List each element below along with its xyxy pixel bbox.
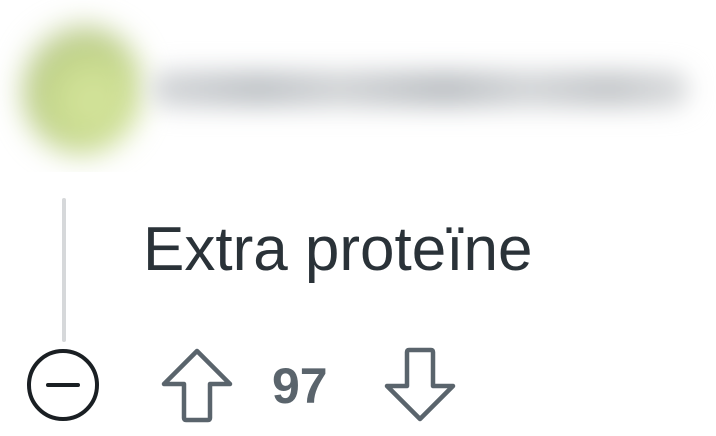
arrow-up-outline-icon: [161, 348, 233, 423]
arrow-down-outline-icon: [384, 347, 456, 422]
vote-count: 97: [272, 358, 328, 414]
collapse-button[interactable]: [26, 348, 100, 422]
downvote-button[interactable]: [383, 346, 457, 424]
comment-actions: 97: [0, 346, 716, 426]
blur-overlay: [0, 0, 716, 172]
collapse-minus-circle-icon: [27, 349, 99, 421]
comment-body: Extra proteïne: [143, 215, 533, 284]
comment: Extra proteïne 97: [0, 0, 716, 436]
comment-header-redacted: [0, 0, 716, 172]
upvote-button[interactable]: [160, 346, 234, 424]
thread-line[interactable]: [62, 198, 66, 342]
